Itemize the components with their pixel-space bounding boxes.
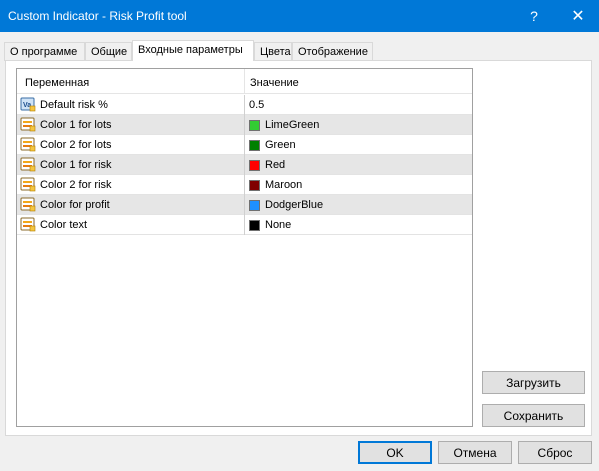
color-param-icon xyxy=(20,177,36,192)
param-value-text: None xyxy=(265,219,292,231)
parameters-grid[interactable]: Переменная Значение Va Default risk % 0.5 C… xyxy=(16,68,473,427)
tab-common[interactable]: Общие xyxy=(85,42,132,61)
tab-colors[interactable]: Цвета xyxy=(254,42,292,61)
save-button[interactable]: Сохранить xyxy=(482,404,585,427)
param-value-text: Green xyxy=(265,139,296,151)
color-swatch xyxy=(249,139,260,151)
param-value[interactable]: Red xyxy=(249,159,285,171)
tab-label: Отображение xyxy=(298,46,368,58)
color-swatch xyxy=(249,199,260,211)
param-name: Default risk % xyxy=(40,99,108,111)
column-separator[interactable] xyxy=(244,69,245,94)
param-name: Color text xyxy=(40,219,88,231)
column-header-variable[interactable]: Переменная xyxy=(25,77,89,89)
param-name: Color for profit xyxy=(40,199,110,211)
ok-button[interactable]: OK xyxy=(358,441,432,464)
param-value-text: Maroon xyxy=(265,179,303,191)
close-icon: ✕ xyxy=(571,8,585,25)
param-row[interactable]: Va Default risk % 0.5 xyxy=(17,95,472,115)
tab-inputs[interactable]: Входные параметры xyxy=(132,40,254,61)
cell-separator xyxy=(244,155,245,175)
ok-button-label: OK xyxy=(386,445,404,460)
param-row[interactable]: Color 1 for risk Red xyxy=(17,155,472,175)
param-row[interactable]: Color 1 for lots LimeGreen xyxy=(17,115,472,135)
save-button-label: Сохранить xyxy=(503,408,564,423)
load-button-label: Загрузить xyxy=(506,375,561,390)
reset-button-label: Сброс xyxy=(537,445,573,460)
color-param-icon xyxy=(20,217,36,232)
help-icon: ? xyxy=(530,8,538,24)
param-value[interactable]: DodgerBlue xyxy=(249,199,323,211)
load-button[interactable]: Загрузить xyxy=(482,371,585,394)
param-name: Color 2 for risk xyxy=(40,179,112,191)
help-button[interactable]: ? xyxy=(512,0,556,32)
cell-separator xyxy=(244,95,245,115)
cell-separator xyxy=(244,115,245,135)
column-header-value[interactable]: Значение xyxy=(250,77,299,89)
color-param-icon xyxy=(20,197,36,212)
cell-separator xyxy=(244,215,245,235)
reset-button[interactable]: Сброс xyxy=(518,441,592,464)
cell-separator xyxy=(244,135,245,155)
param-row[interactable]: Color 2 for lots Green xyxy=(17,135,472,155)
tab-visualization[interactable]: Отображение xyxy=(292,42,373,61)
title-bar: Custom Indicator - Risk Profit tool ? ✕ xyxy=(0,0,599,32)
tab-label: Цвета xyxy=(260,46,291,58)
grid-header: Переменная Значение xyxy=(17,69,472,94)
cancel-button[interactable]: Отмена xyxy=(438,441,512,464)
tab-label: Общие xyxy=(91,46,128,58)
param-value-text: 0.5 xyxy=(249,99,265,111)
param-value-text: LimeGreen xyxy=(265,119,320,131)
color-param-icon xyxy=(20,157,36,172)
param-value-text: Red xyxy=(265,159,286,171)
color-swatch xyxy=(249,219,260,231)
window-title: Custom Indicator - Risk Profit tool xyxy=(8,9,187,23)
param-row[interactable]: Color for profit DodgerBlue xyxy=(17,195,472,215)
param-name: Color 1 for lots xyxy=(40,119,112,131)
color-swatch xyxy=(249,119,260,131)
param-value[interactable]: Maroon xyxy=(249,179,302,191)
param-value[interactable]: LimeGreen xyxy=(249,119,319,131)
close-button[interactable]: ✕ xyxy=(556,0,599,32)
color-swatch xyxy=(249,159,260,171)
param-row[interactable]: Color 2 for risk Maroon xyxy=(17,175,472,195)
cell-separator xyxy=(244,175,245,195)
param-name: Color 2 for lots xyxy=(40,139,112,151)
tab-about[interactable]: О программе xyxy=(4,42,85,61)
param-name: Color 1 for risk xyxy=(40,159,112,171)
param-value[interactable]: 0.5 xyxy=(249,99,264,111)
tab-label: Входные параметры xyxy=(138,44,243,56)
tab-label: О программе xyxy=(10,46,78,58)
param-value[interactable]: Green xyxy=(249,139,296,151)
param-value[interactable]: None xyxy=(249,219,291,231)
value-icon: Va xyxy=(20,97,36,112)
param-value-text: DodgerBlue xyxy=(265,199,324,211)
cell-separator xyxy=(244,195,245,215)
color-swatch xyxy=(249,179,260,191)
param-row[interactable]: Color text None xyxy=(17,215,472,235)
color-param-icon xyxy=(20,117,36,132)
cancel-button-label: Отмена xyxy=(453,445,497,460)
color-param-icon xyxy=(20,137,36,152)
